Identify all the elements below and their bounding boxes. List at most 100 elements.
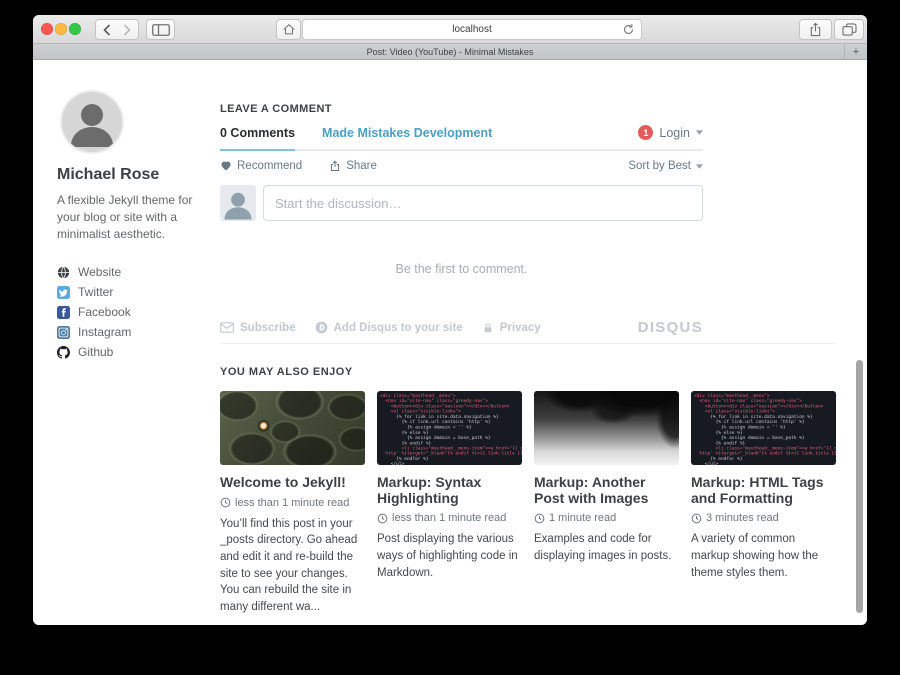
post-excerpt: Examples and code for displaying images … <box>534 531 679 564</box>
related-heading: YOU MAY ALSO ENJOY <box>220 366 836 378</box>
twitter-icon <box>57 286 70 299</box>
read-time: less than 1 minute read <box>377 512 522 524</box>
post-card: <div class="masthead__menu"> <nav id="si… <box>691 391 836 616</box>
add-disqus-label: Add Disqus to your site <box>334 322 463 334</box>
empty-state-message: Be the first to comment. <box>220 262 703 276</box>
sidebar-toggle-button[interactable] <box>146 19 175 40</box>
comment-input[interactable] <box>263 185 703 221</box>
share-button[interactable] <box>799 19 832 40</box>
subscribe-button[interactable]: Subscribe <box>220 322 296 334</box>
comment-compose <box>220 185 703 221</box>
post-card: <div class="masthead__menu"> <nav id="si… <box>377 391 522 616</box>
post-title[interactable]: Markup: Syntax Highlighting <box>377 475 522 506</box>
login-label: Login <box>659 126 690 140</box>
title-bar[interactable]: localhost <box>33 15 867 44</box>
code-block: {% endfor %} </ul> <box>694 456 833 465</box>
tab-title[interactable]: Post: Video (YouTube) - Minimal Mistakes <box>33 47 867 57</box>
sidebar-item-twitter[interactable]: Twitter <box>57 282 215 302</box>
add-disqus-button[interactable]: Add Disqus to your site <box>315 321 463 334</box>
recommend-button[interactable]: Recommend <box>220 160 302 172</box>
link-label: Facebook <box>78 305 131 319</box>
post-thumbnail-code[interactable]: <div class="masthead__menu"> <nav id="si… <box>377 391 522 465</box>
sort-label: Sort by Best <box>628 160 691 172</box>
read-time-label: less than 1 minute read <box>235 497 349 509</box>
post-card: Markup: Another Post with Images 1 minut… <box>534 391 679 616</box>
post-excerpt: Post displaying the various ways of high… <box>377 531 522 581</box>
zoom-button[interactable] <box>69 23 81 35</box>
share-icon <box>809 22 822 37</box>
share-comments-button[interactable]: Share <box>329 160 377 172</box>
sidebar-item-website[interactable]: Website <box>57 262 215 282</box>
lock-icon <box>482 322 494 334</box>
code-block: {% for link in site.data.navigation %} {… <box>380 414 519 446</box>
sidebar-item-instagram[interactable]: Instagram <box>57 322 215 342</box>
read-time: 3 minutes read <box>691 512 836 524</box>
recommend-label: Recommend <box>237 160 302 172</box>
sort-dropdown[interactable]: Sort by Best <box>628 160 703 172</box>
author-name: Michael Rose <box>57 166 215 184</box>
clock-icon <box>220 497 231 508</box>
post-thumbnail-code[interactable]: <div class="masthead__menu"> <nav id="si… <box>691 391 836 465</box>
code-snippet: <div class="masthead__menu"> <nav id="si… <box>380 393 519 465</box>
tab-comment-count[interactable]: 0 Comments <box>220 126 295 151</box>
disqus-logo[interactable]: DISQUS <box>638 319 703 336</box>
code-block: <li class="masthead__menu-item"><a href=… <box>694 446 833 457</box>
notification-badge[interactable]: 1 <box>638 125 653 140</box>
code-snippet: <div class="masthead__menu"> <nav id="si… <box>694 393 833 465</box>
author-bio: A flexible Jekyll theme for your blog or… <box>57 192 209 242</box>
caret-down-icon <box>696 164 703 169</box>
instagram-icon <box>57 326 70 339</box>
code-block: <li class="masthead__menu-item"><a href=… <box>380 446 519 457</box>
home-icon <box>282 23 296 36</box>
disqus-icon <box>315 321 328 334</box>
disqus-tabs: 0 Comments Made Mistakes Development 1 L… <box>220 125 703 151</box>
related-posts-section: YOU MAY ALSO ENJOY Welcome to Jekyll! le… <box>220 343 836 616</box>
login-button[interactable]: 1 Login <box>638 125 703 149</box>
tab-overview-button[interactable] <box>834 19 864 40</box>
heart-icon <box>220 160 232 172</box>
clock-icon <box>534 513 545 524</box>
home-button[interactable] <box>276 19 301 40</box>
sidebar-icon <box>152 24 170 36</box>
refresh-icon[interactable] <box>622 23 635 39</box>
chevron-left-icon <box>103 24 111 36</box>
forward-button[interactable] <box>116 19 139 40</box>
disqus-footer: Subscribe Add Disqus to your site Privac… <box>220 319 703 336</box>
post-title[interactable]: Markup: Another Post with Images <box>534 475 679 506</box>
sidebar-item-facebook[interactable]: Facebook <box>57 302 215 322</box>
post-excerpt: You’ll find this post in your _posts dir… <box>220 516 365 616</box>
read-time: 1 minute read <box>534 512 679 524</box>
post-thumbnail-bubbles[interactable] <box>220 391 365 465</box>
share-label: Share <box>346 160 377 172</box>
caret-down-icon <box>696 130 703 135</box>
sidebar-item-github[interactable]: Github <box>57 342 215 362</box>
post-thumbnail-tree[interactable] <box>534 391 679 465</box>
close-button[interactable] <box>41 23 53 35</box>
github-icon <box>57 346 70 359</box>
chevron-right-icon <box>123 24 131 36</box>
privacy-label: Privacy <box>500 322 541 334</box>
post-title[interactable]: Markup: HTML Tags and Formatting <box>691 475 836 506</box>
related-cards: Welcome to Jekyll! less than 1 minute re… <box>220 391 836 616</box>
read-time-label: 1 minute read <box>549 512 616 524</box>
tab-community[interactable]: Made Mistakes Development <box>322 126 492 149</box>
minimize-button[interactable] <box>55 23 67 35</box>
code-block: <div class="masthead__menu"> <nav id="si… <box>380 393 519 414</box>
address-bar[interactable]: localhost <box>302 19 642 40</box>
post-card: Welcome to Jekyll! less than 1 minute re… <box>220 391 365 616</box>
code-block: <div class="masthead__menu"> <nav id="si… <box>694 393 833 414</box>
post-title[interactable]: Welcome to Jekyll! <box>220 475 365 491</box>
clock-icon <box>377 513 388 524</box>
subscribe-label: Subscribe <box>240 322 296 334</box>
read-time-label: 3 minutes read <box>706 512 779 524</box>
link-label: Github <box>78 345 113 359</box>
new-tab-button[interactable]: + <box>844 44 867 59</box>
window-controls <box>41 23 81 35</box>
privacy-button[interactable]: Privacy <box>482 322 541 334</box>
code-block: {% for link in site.data.navigation %} {… <box>694 414 833 446</box>
link-label: Website <box>78 265 121 279</box>
link-label: Twitter <box>78 285 113 299</box>
scrollbar-thumb[interactable] <box>856 360 863 613</box>
person-silhouette-icon <box>220 185 256 221</box>
share-box-icon <box>329 160 341 172</box>
